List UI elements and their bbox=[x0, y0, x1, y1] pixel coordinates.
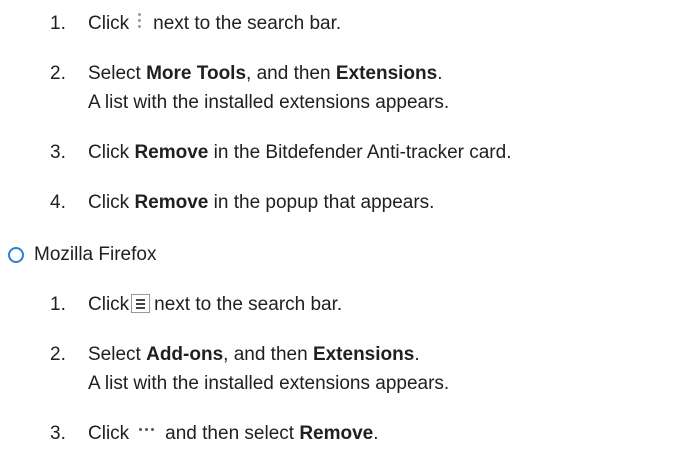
step-emphasis: Extensions bbox=[312, 344, 415, 365]
step-text: Select bbox=[88, 63, 147, 84]
step-number: 3. bbox=[50, 423, 66, 444]
step-text: next to the search bar. bbox=[153, 13, 342, 34]
step-text: and then select bbox=[165, 423, 300, 444]
step-number: 2. bbox=[50, 63, 66, 84]
step-text: , and then bbox=[246, 63, 336, 84]
step-number: 2. bbox=[50, 344, 66, 365]
hamburger-menu-icon bbox=[131, 294, 151, 313]
step-text: in the popup that appears. bbox=[208, 192, 435, 213]
step-text: next to the search bar. bbox=[154, 294, 343, 315]
step-emphasis: Remove bbox=[134, 192, 209, 213]
step-subtext: A list with the installed extensions app… bbox=[88, 373, 450, 394]
section-heading: Mozilla Firefox bbox=[34, 244, 157, 265]
step-text: in the Bitdefender Anti-tracker card. bbox=[208, 142, 512, 163]
step-emphasis: More Tools bbox=[146, 63, 247, 84]
horizontal-ellipsis-icon bbox=[138, 427, 156, 433]
vertical-ellipsis-icon bbox=[137, 12, 143, 30]
step-emphasis: Extensions bbox=[335, 63, 438, 84]
step-number: 1. bbox=[50, 13, 66, 34]
step-text: Click bbox=[88, 423, 130, 444]
step-emphasis: Add-ons bbox=[146, 344, 224, 365]
step-number: 4. bbox=[50, 192, 66, 213]
step-text: . bbox=[414, 344, 420, 365]
step-text: Select bbox=[88, 344, 147, 365]
step-text: Click bbox=[88, 13, 130, 34]
step-emphasis: Remove bbox=[299, 423, 374, 444]
circle-bullet-icon bbox=[8, 247, 24, 263]
step-number: 1. bbox=[50, 294, 66, 315]
step-text: . bbox=[373, 423, 379, 444]
step-text: Click bbox=[88, 192, 135, 213]
step-subtext: A list with the installed extensions app… bbox=[88, 92, 450, 113]
step-number: 3. bbox=[50, 142, 66, 163]
step-text: Click bbox=[88, 294, 130, 315]
step-text: Click bbox=[88, 142, 135, 163]
step-emphasis: Remove bbox=[134, 142, 209, 163]
step-text: . bbox=[437, 63, 443, 84]
step-text: , and then bbox=[223, 344, 313, 365]
